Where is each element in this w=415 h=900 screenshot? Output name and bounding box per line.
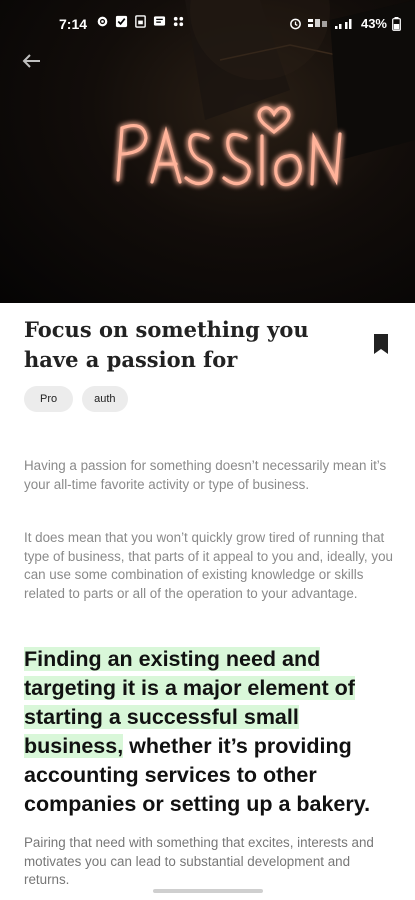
tag-list: Pro auth <box>24 386 128 412</box>
volte-icon <box>307 19 327 27</box>
hero-image: 7:14 43% <box>0 0 415 303</box>
article-paragraph: Pairing that need with something that ex… <box>24 835 374 887</box>
alarm-icon <box>290 18 301 30</box>
status-right-icons: 43% <box>289 16 401 31</box>
battery-icon <box>392 16 401 31</box>
tag-chip[interactable]: Pro <box>24 386 74 412</box>
bookmark-icon <box>374 334 388 354</box>
back-button[interactable] <box>18 48 46 74</box>
sim-icon <box>135 15 146 28</box>
checkbox-icon <box>115 15 128 28</box>
status-left-icons <box>96 15 185 28</box>
status-time: 7:14 <box>59 16 88 32</box>
home-indicator[interactable] <box>153 889 263 893</box>
message-icon <box>153 16 166 26</box>
dots-grid-icon <box>173 16 184 27</box>
passion-neon-text <box>116 106 342 187</box>
status-bar: 7:14 43% <box>0 0 415 46</box>
bookmark-button[interactable] <box>372 333 390 355</box>
battery-percent: 43% <box>360 16 387 31</box>
signal-icon <box>334 19 352 29</box>
article-title: Focus on something you have a passion fo… <box>24 317 309 372</box>
arrow-left-icon <box>22 54 40 68</box>
settings-icon <box>97 16 108 27</box>
article-paragraph: It does mean that you won’t quickly grow… <box>24 530 393 601</box>
tag-chip[interactable]: auth <box>82 386 128 412</box>
article-paragraph: Having a passion for something doesn’t n… <box>24 458 387 492</box>
pull-quote: Finding an existing need and targeting i… <box>24 645 396 819</box>
